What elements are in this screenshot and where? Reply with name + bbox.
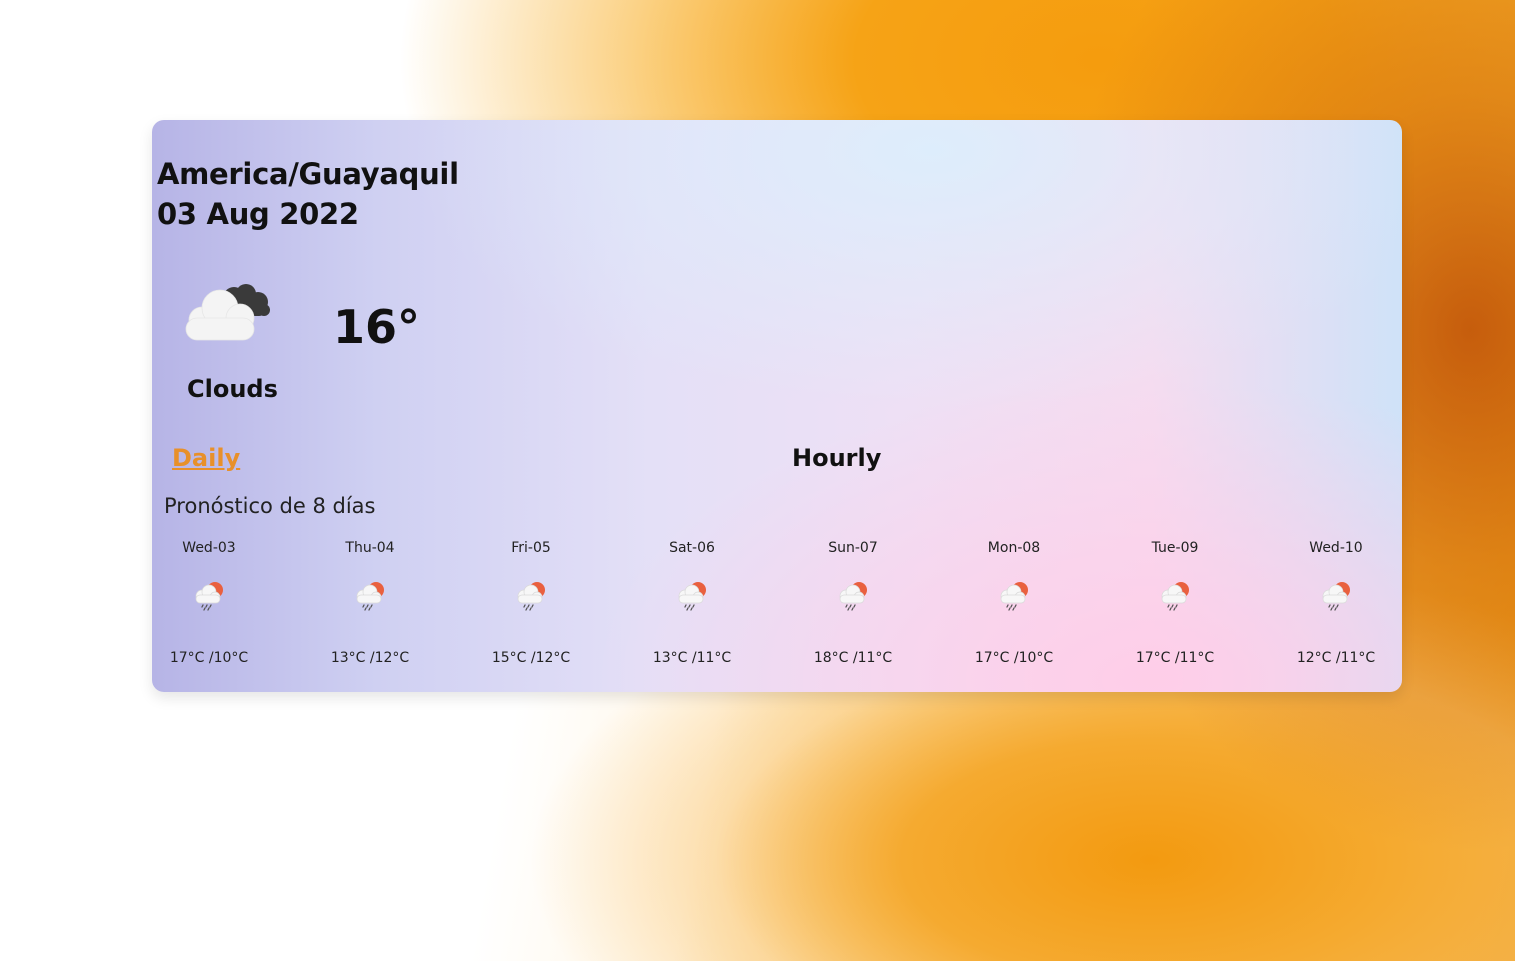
forecast-day: Mon-08 17°C /10°C <box>954 538 1074 666</box>
forecast-day: Sat-06 13°C /11°C <box>632 538 752 666</box>
day-name: Sat-06 <box>669 540 715 556</box>
tab-daily[interactable]: Daily <box>172 444 240 472</box>
forecast-title: Pronóstico de 8 días <box>164 494 376 518</box>
day-name: Sun-07 <box>828 540 878 556</box>
day-temperatures: 13°C /11°C <box>652 650 732 666</box>
day-name: Wed-03 <box>182 540 236 556</box>
location-header: America/Guayaquil 03 Aug 2022 <box>157 154 459 234</box>
rain-sun-icon <box>1158 578 1192 612</box>
rain-sun-icon <box>514 578 548 612</box>
day-temperatures: 15°C /12°C <box>491 650 571 666</box>
forecast-day: Thu-04 13°C /12°C <box>310 538 430 666</box>
rain-sun-icon <box>836 578 870 612</box>
rain-sun-icon <box>1319 578 1353 612</box>
tab-hourly[interactable]: Hourly <box>792 444 881 472</box>
day-temperatures: 17°C /11°C <box>1135 650 1215 666</box>
forecast-day: Tue-09 17°C /11°C <box>1115 538 1235 666</box>
current-temperature: 16° <box>333 300 421 354</box>
timezone-label: America/Guayaquil <box>157 157 459 191</box>
day-name: Thu-04 <box>345 540 395 556</box>
day-name: Wed-10 <box>1309 540 1363 556</box>
day-temperatures: 12°C /11°C <box>1296 650 1376 666</box>
rain-sun-icon <box>997 578 1031 612</box>
day-temperatures: 17°C /10°C <box>974 650 1054 666</box>
weather-card: America/Guayaquil 03 Aug 2022 16° Clouds… <box>152 120 1402 692</box>
day-name: Fri-05 <box>511 540 551 556</box>
forecast-day: Wed-03 17°C /10°C <box>152 538 269 666</box>
rain-sun-icon <box>353 578 387 612</box>
date-label: 03 Aug 2022 <box>157 197 359 231</box>
forecast-day: Wed-10 12°C /11°C <box>1276 538 1396 666</box>
forecast-day: Sun-07 18°C /11°C <box>793 538 913 666</box>
forecast-day: Fri-05 15°C /12°C <box>471 538 591 666</box>
day-temperatures: 17°C /10°C <box>169 650 249 666</box>
forecast-list: Wed-03 17°C /10°C Thu-04 13°C /12°C Fri-… <box>152 538 1402 668</box>
clouds-icon <box>185 284 270 341</box>
day-temperatures: 13°C /12°C <box>330 650 410 666</box>
rain-sun-icon <box>675 578 709 612</box>
day-name: Tue-09 <box>1151 540 1199 556</box>
day-temperatures: 18°C /11°C <box>813 650 893 666</box>
rain-sun-icon <box>192 578 226 612</box>
current-description: Clouds <box>187 375 278 403</box>
day-name: Mon-08 <box>987 540 1041 556</box>
